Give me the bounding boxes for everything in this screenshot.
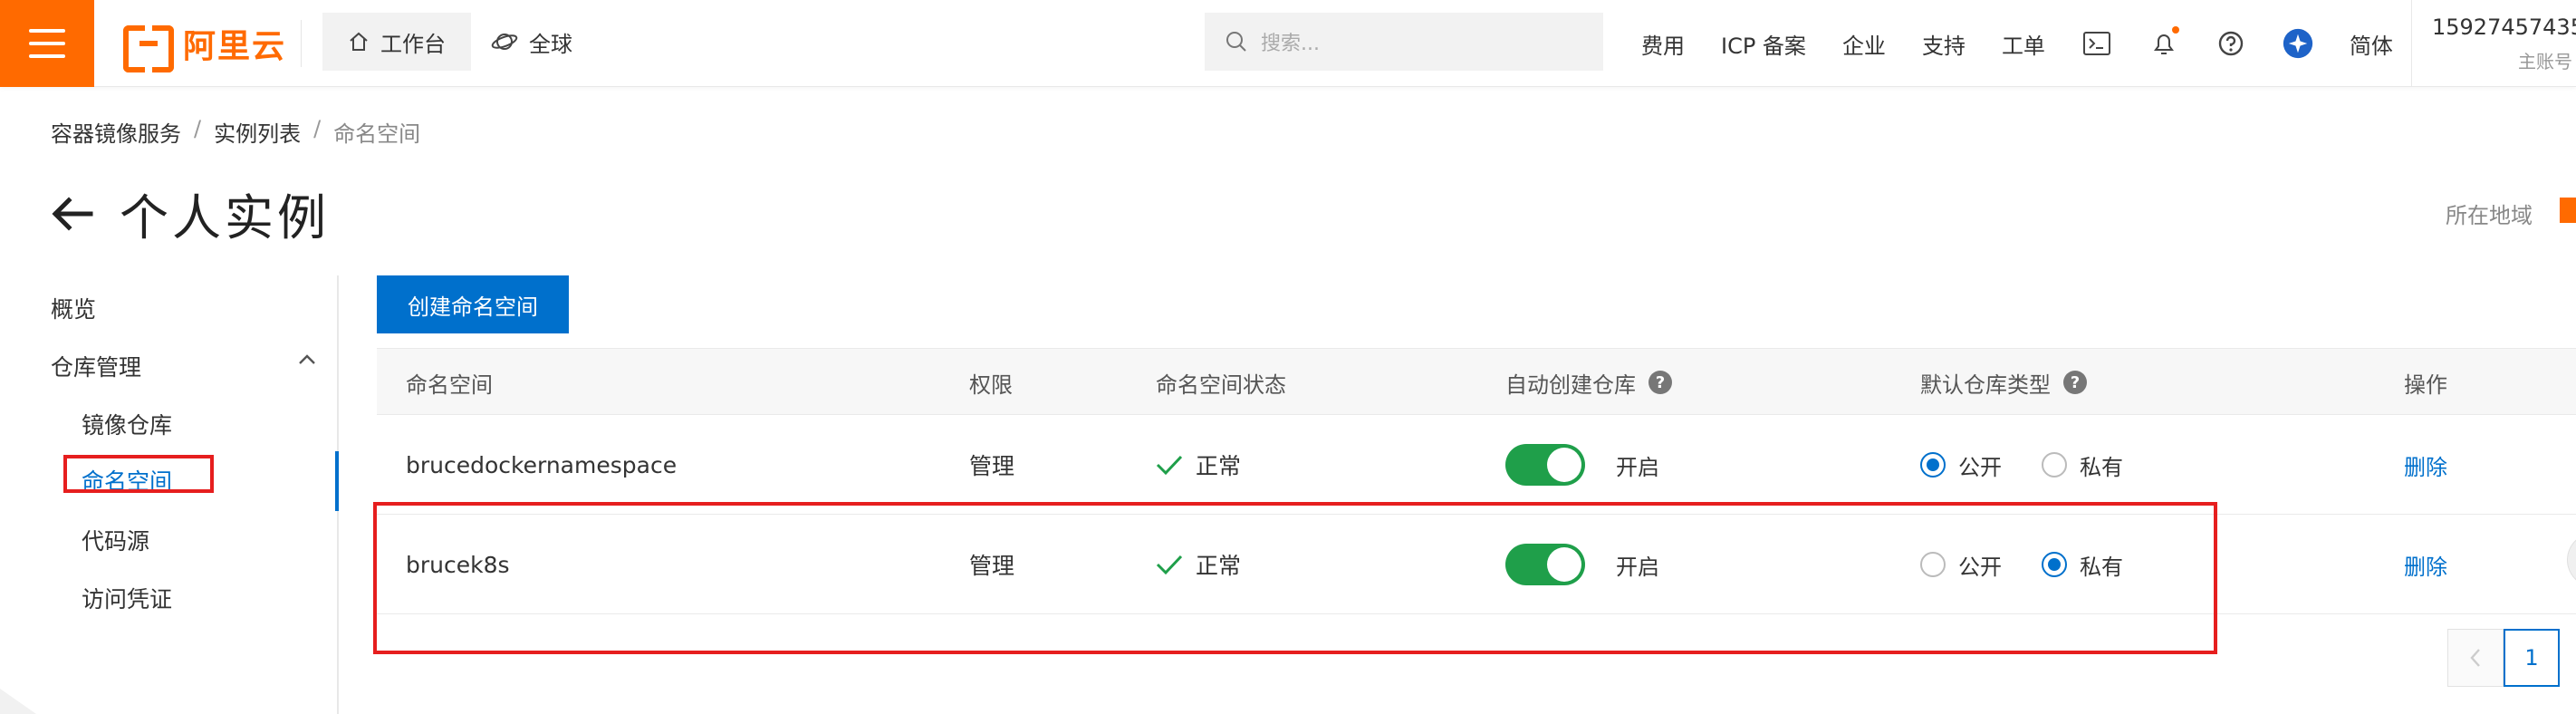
sidebar-item-image-repos[interactable]: 镜像仓库 — [82, 408, 172, 440]
radio-public[interactable] — [1920, 452, 1946, 478]
breadcrumb-item-instances[interactable]: 实例列表 — [214, 116, 301, 148]
user-account[interactable]: 15927457435 主账号 — [2411, 0, 2576, 87]
divider — [301, 20, 302, 67]
column-header-auto-create: 自动创建仓库 ? — [1505, 349, 1672, 416]
terminal-icon[interactable] — [2081, 28, 2112, 59]
radio-private[interactable] — [2042, 452, 2067, 478]
column-header-actions: 操作 — [2404, 371, 2447, 398]
table-header: 命名空间 权限 命名空间状态 自动创建仓库 ? 默认仓库类型 ? 操作 — [377, 348, 2576, 415]
region-label: 所在地域 — [2446, 203, 2533, 228]
logo-text: 阿里云 — [183, 28, 287, 65]
compass-icon[interactable] — [2283, 28, 2313, 59]
hamburger-menu-icon[interactable] — [0, 0, 94, 87]
namespace-name: brucedockernamespace — [406, 451, 678, 478]
radio-public-label: 公开 — [1958, 454, 2002, 480]
radio-private-label: 私有 — [2080, 454, 2123, 480]
breadcrumb-separator: / — [313, 116, 322, 141]
global-label: 全球 — [529, 31, 572, 57]
aliyun-logo[interactable]: 阿里云 — [123, 20, 287, 72]
action-cell: 删除 — [2404, 415, 2447, 515]
breadcrumb-item-service[interactable]: 容器镜像服务 — [51, 116, 181, 148]
repo-type-cell: 公开 私有 — [1920, 415, 2163, 515]
region-selector[interactable] — [2560, 198, 2576, 223]
column-header-status: 命名空间状态 — [1156, 371, 1286, 398]
top-navigation-bar: 阿里云 工作台 全球 搜索... 费用 ICP 备案 企业 支持 工单 简体 1… — [0, 0, 2576, 87]
search-placeholder: 搜索... — [1261, 33, 1320, 55]
help-icon[interactable]: ? — [1648, 371, 1672, 394]
permission-value: 管理 — [969, 453, 1015, 479]
highlight-box-sidebar — [63, 455, 214, 493]
nav-enterprise[interactable]: 企业 — [1842, 28, 1886, 60]
highlight-box-row — [373, 502, 2217, 654]
status-cell: 正常 — [1156, 415, 1241, 515]
column-header-namespace: 命名空间 — [406, 371, 493, 398]
workbench-label: 工作台 — [380, 31, 446, 57]
status-text: 正常 — [1196, 453, 1242, 479]
language-switch[interactable]: 简体 — [2350, 28, 2393, 60]
column-header-permission: 权限 — [969, 371, 1013, 398]
chevron-up-icon[interactable] — [297, 353, 317, 366]
pagination-page[interactable]: 1 — [2504, 629, 2560, 687]
decorative-corner — [0, 689, 36, 714]
top-nav-links: 费用 ICP 备案 企业 支持 工单 简体 — [1641, 0, 2393, 87]
region-global-button[interactable]: 全球 — [491, 13, 572, 71]
sidebar-active-indicator — [335, 451, 339, 511]
delete-link[interactable]: 删除 — [2404, 449, 2447, 481]
sidebar-group-repo-management[interactable]: 仓库管理 — [51, 350, 141, 382]
aliyun-logo-icon — [123, 25, 174, 72]
delete-link[interactable]: 删除 — [2404, 549, 2447, 581]
nav-billing[interactable]: 费用 — [1641, 28, 1685, 60]
toggle-label: 开启 — [1616, 454, 1659, 480]
home-icon — [350, 32, 368, 51]
user-phone: 15927457435 — [2432, 14, 2576, 40]
page-title: 个人实例 — [120, 189, 330, 246]
chevron-left-icon — [2470, 649, 2480, 667]
breadcrumb-separator: / — [194, 116, 202, 141]
auto-create-toggle[interactable] — [1505, 444, 1585, 486]
action-cell: 删除 — [2404, 515, 2447, 614]
breadcrumb: 容器镜像服务 / 实例列表 / 命名空间 — [51, 116, 420, 148]
auto-create-cell: 开启 — [1505, 415, 1659, 515]
bell-icon[interactable] — [2148, 26, 2179, 59]
check-icon — [1156, 455, 1183, 476]
sidebar-item-code-source[interactable]: 代码源 — [82, 524, 149, 556]
create-namespace-button[interactable]: 创建命名空间 — [377, 275, 569, 333]
nav-icp[interactable]: ICP 备案 — [1721, 28, 1806, 60]
notification-dot — [2171, 26, 2179, 34]
sidebar-item-overview[interactable]: 概览 — [51, 292, 96, 324]
workbench-button[interactable]: 工作台 — [322, 13, 471, 71]
search-box[interactable]: 搜索... — [1205, 13, 1603, 71]
pagination-prev-button[interactable] — [2447, 629, 2504, 687]
back-arrow-icon[interactable] — [51, 196, 94, 232]
table-row: brucedockernamespace 管理 正常 开启 公开 私有 删除 — [377, 415, 2576, 515]
sidebar-item-access-credentials[interactable]: 访问凭证 — [82, 582, 172, 614]
page-header: 个人实例 — [51, 178, 330, 249]
nav-support[interactable]: 支持 — [1922, 28, 1966, 60]
search-icon — [1226, 32, 1246, 52]
help-icon[interactable]: ? — [2063, 371, 2087, 394]
nav-ticket[interactable]: 工单 — [2002, 28, 2045, 60]
column-header-default-repo-type: 默认仓库类型 ? — [1920, 349, 2087, 416]
planet-icon — [491, 34, 518, 50]
user-role: 主账号 — [2518, 51, 2572, 72]
help-icon[interactable] — [2216, 28, 2246, 59]
breadcrumb-item-current: 命名空间 — [333, 121, 421, 147]
